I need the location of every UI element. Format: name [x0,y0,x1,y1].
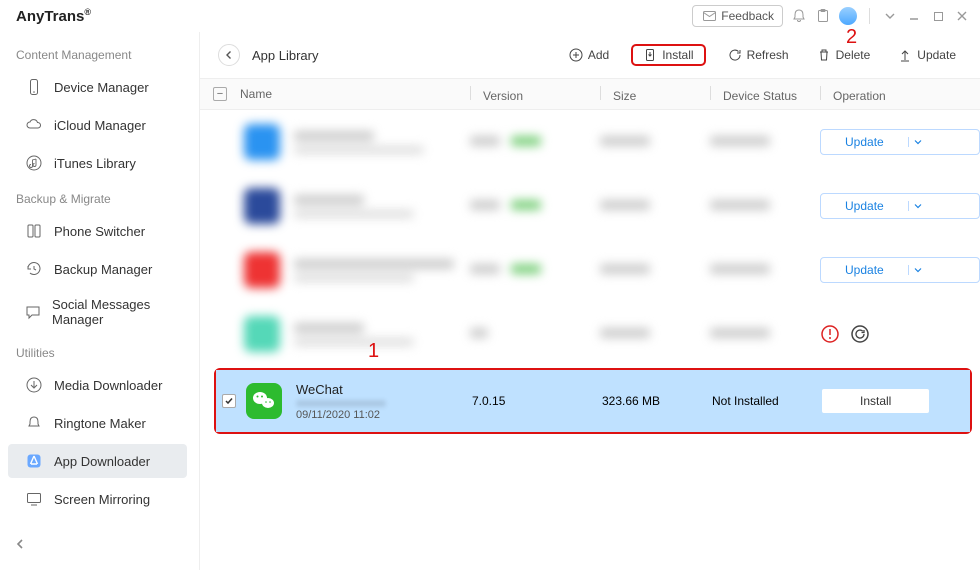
main-panel: 2 App Library Add Install Refresh [200,32,980,570]
row-checkbox[interactable] [222,394,236,408]
column-status[interactable]: Device Status [710,86,820,103]
table-header: − Name Version Size Device Status Operat… [200,78,980,110]
download-icon [24,375,44,395]
install-button[interactable]: Install [631,44,705,66]
chevron-down-icon[interactable] [908,137,928,147]
switch-icon [24,221,44,241]
toolbar-label: Install [662,48,693,62]
chevron-left-icon[interactable] [10,534,30,554]
annotation-2: 2 [846,26,857,49]
sidebar-item-label: Backup Manager [54,262,152,277]
table-row[interactable] [200,302,980,366]
maximize-icon[interactable] [930,8,946,24]
toolbar-label: Delete [836,48,871,62]
column-version[interactable]: Version [470,86,600,103]
sidebar: Content Management Device Manager iCloud… [0,32,200,570]
sidebar-item-itunes-library[interactable]: iTunes Library [8,146,187,180]
back-button[interactable] [218,44,240,66]
separator [869,8,870,24]
app-status: Not Installed [712,394,822,408]
feedback-button[interactable]: Feedback [692,5,783,27]
sidebar-item-screen-mirroring[interactable]: Screen Mirroring [8,482,187,516]
row-install-button[interactable]: Install [822,389,929,413]
sidebar-item-media-downloader[interactable]: Media Downloader [8,368,187,402]
feedback-label: Feedback [721,9,774,23]
sidebar-item-label: iTunes Library [54,156,136,171]
retry-icon[interactable] [850,324,870,344]
sidebar-item-label: Screen Mirroring [54,492,150,507]
sidebar-item-icloud-manager[interactable]: iCloud Manager [8,108,187,142]
column-operation: Operation [820,86,980,103]
table-row-selected[interactable]: WeChat 09/11/2020 11:02 7.0.15 323.66 MB… [216,370,970,432]
avatar[interactable] [839,7,857,25]
sidebar-group-utilities: Utilities [0,336,193,366]
sidebar-item-label: Device Manager [54,80,149,95]
appstore-icon [24,451,44,471]
toolbar-label: Update [917,48,956,62]
table-row[interactable]: Update [200,110,980,174]
sidebar-group-backup: Backup & Migrate [0,182,193,212]
table-row[interactable]: Update [200,238,980,302]
delete-button[interactable]: Delete [811,45,877,65]
mail-icon [701,8,717,24]
toolbar-label: Add [588,48,609,62]
sidebar-item-phone-switcher[interactable]: Phone Switcher [8,214,187,248]
table-row[interactable]: Update [200,174,980,238]
bell-icon[interactable] [791,8,807,24]
warning-icon [820,324,840,344]
cloud-icon [24,115,44,135]
column-name[interactable]: Name [240,87,470,101]
sidebar-item-social-messages[interactable]: Social Messages Manager [8,290,187,334]
row-update-button[interactable]: Update [820,129,980,155]
wechat-icon [246,383,282,419]
app-date: 09/11/2020 11:02 [296,409,386,421]
device-icon [24,77,44,97]
chat-icon [24,302,42,322]
chevron-down-icon[interactable] [908,265,928,275]
row-update-button[interactable]: Update [820,257,980,283]
music-icon [24,153,44,173]
close-icon[interactable] [954,8,970,24]
sidebar-item-app-downloader[interactable]: App Downloader [8,444,187,478]
page-title: App Library [252,48,318,63]
annotation-1: 1 [368,340,379,363]
app-title: AnyTrans® [16,7,91,25]
select-all-checkbox[interactable]: − [213,87,227,101]
history-icon [24,259,44,279]
sidebar-group-content: Content Management [0,38,193,68]
sidebar-item-label: Media Downloader [54,378,162,393]
toolbar-label: Refresh [747,48,789,62]
app-name: WeChat [296,382,386,397]
sidebar-item-label: Phone Switcher [54,224,145,239]
ringtone-icon [24,413,44,433]
sidebar-item-backup-manager[interactable]: Backup Manager [8,252,187,286]
column-size[interactable]: Size [600,86,710,103]
sidebar-item-ringtone-maker[interactable]: Ringtone Maker [8,406,187,440]
minimize-icon[interactable] [906,8,922,24]
mirroring-icon [24,489,44,509]
chevron-down-icon[interactable] [908,201,928,211]
update-button[interactable]: Update [892,45,962,65]
refresh-button[interactable]: Refresh [722,45,795,65]
selected-row-highlight: WeChat 09/11/2020 11:02 7.0.15 323.66 MB… [214,368,972,434]
app-version: 7.0.15 [472,394,602,408]
sidebar-item-label: Social Messages Manager [52,297,175,327]
sidebar-item-device-manager[interactable]: Device Manager [8,70,187,104]
clipboard-icon[interactable] [815,8,831,24]
add-button[interactable]: Add [563,45,615,65]
sidebar-item-label: Ringtone Maker [54,416,146,431]
app-size: 323.66 MB [602,394,712,408]
chevron-down-icon[interactable] [882,8,898,24]
sidebar-item-label: App Downloader [54,454,150,469]
row-update-button[interactable]: Update [820,193,980,219]
sidebar-item-label: iCloud Manager [54,118,146,133]
